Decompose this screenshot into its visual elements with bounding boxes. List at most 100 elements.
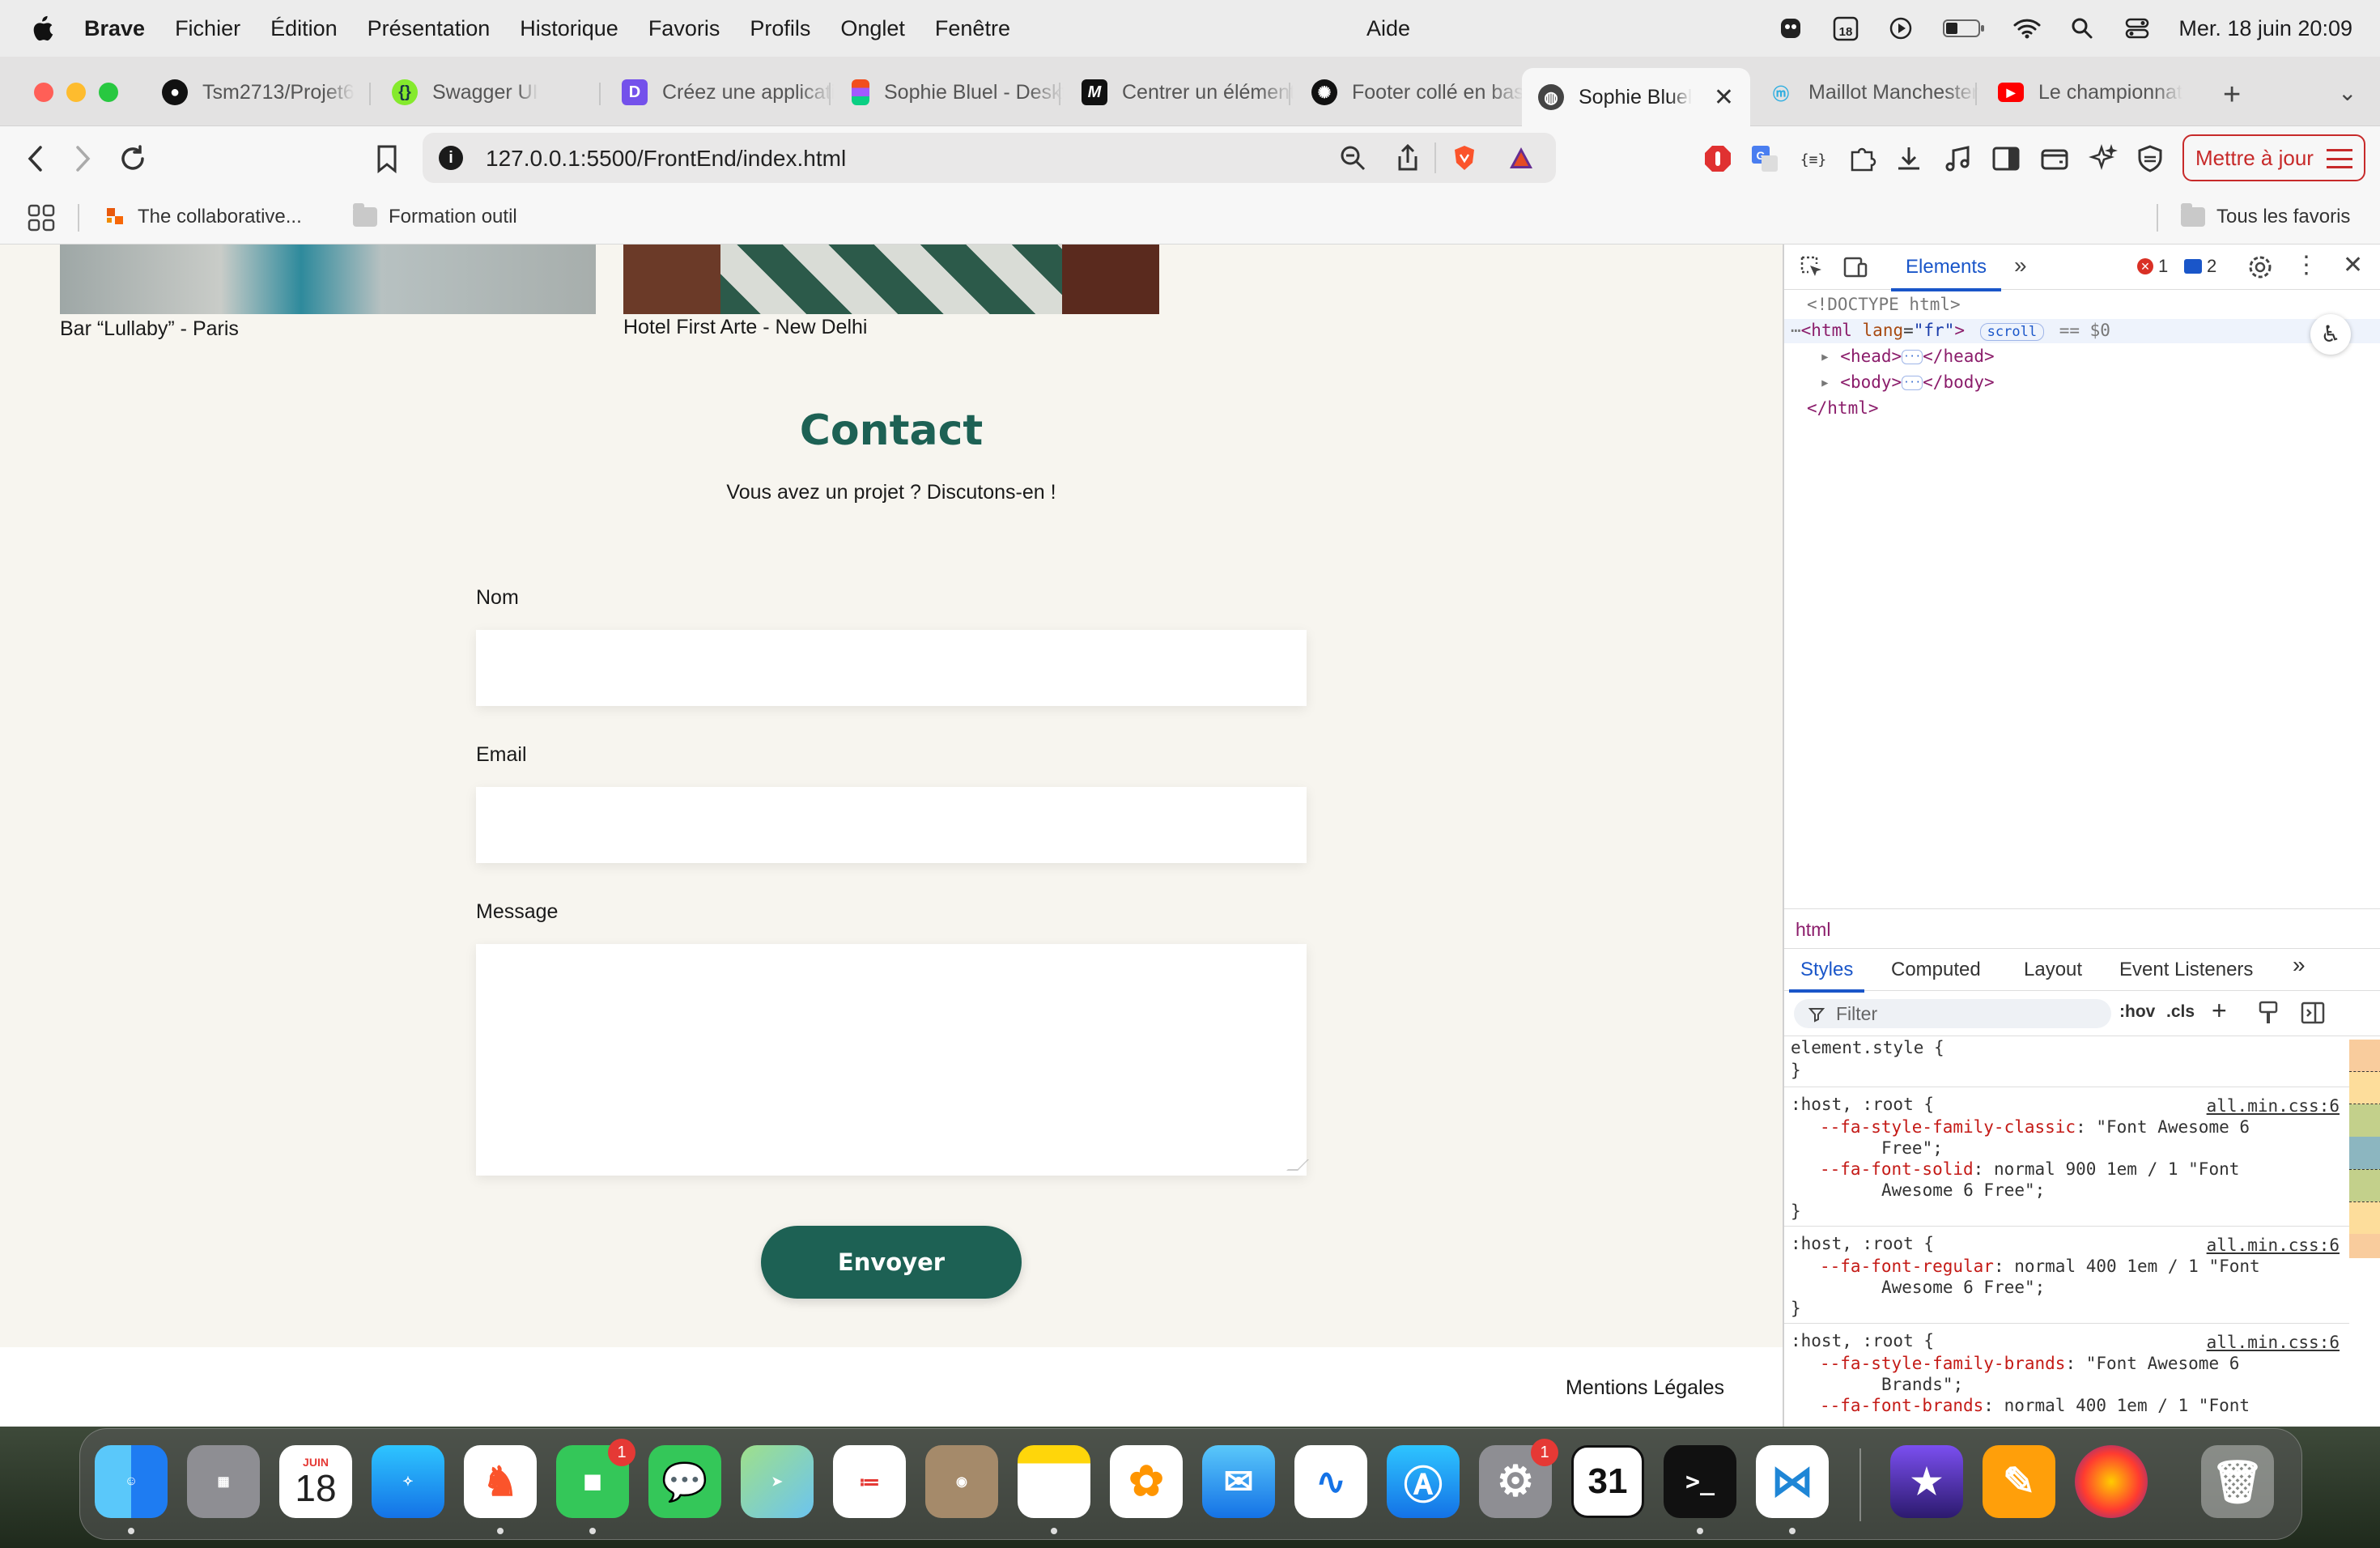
rule-element-style[interactable]: element.style { — [1791, 1038, 1944, 1057]
rule-source-link[interactable]: all.min.css:6 — [2207, 1235, 2340, 1255]
messages-app-icon[interactable]: 💬 — [648, 1445, 721, 1518]
devtools-tab-elements[interactable]: Elements — [1890, 256, 2002, 291]
inspect-element-icon[interactable] — [1799, 254, 1825, 280]
submit-button[interactable]: Envoyer — [761, 1226, 1022, 1299]
toggle-sidebar-icon[interactable] — [2301, 1001, 2325, 1025]
fantastical-app-icon[interactable]: 31 — [1571, 1445, 1644, 1518]
wallet-icon[interactable] — [2040, 144, 2069, 173]
launchpad-app-icon[interactable]: ▦ — [187, 1445, 260, 1518]
notes-app-icon[interactable] — [1018, 1445, 1090, 1534]
brave-shields-icon[interactable] — [1451, 144, 1478, 172]
share-icon[interactable] — [1394, 144, 1422, 172]
brave-rewards-icon[interactable] — [1507, 144, 1535, 172]
update-browser-button[interactable]: Mettre à jour — [2182, 134, 2365, 181]
calendar-menu-icon[interactable]: 18 — [1832, 15, 1859, 42]
tab-layout[interactable]: Layout — [2024, 959, 2082, 981]
freeform-app-icon[interactable]: ∿ — [1294, 1445, 1367, 1518]
hover-state-toggle[interactable]: :hov — [2119, 1002, 2155, 1022]
facetime-app-icon[interactable]: ■ 1 — [556, 1439, 635, 1534]
menu-history[interactable]: Historique — [520, 16, 618, 41]
error-counter[interactable]: ✕ 1 — [2137, 256, 2168, 277]
rule-source-link[interactable]: all.min.css:6 — [2207, 1333, 2340, 1352]
wifi-icon[interactable] — [2013, 15, 2041, 42]
styles-filter-input[interactable]: Filter — [1794, 999, 2111, 1028]
tab-openclassrooms[interactable]: D Créez une application — [606, 68, 834, 117]
menu-window[interactable]: Fenêtre — [935, 16, 1010, 41]
close-tab-icon[interactable]: ✕ — [1714, 83, 1734, 112]
css-property[interactable]: --fa-font-regular: normal 400 1em / 1 "F… — [1820, 1257, 2260, 1276]
accessibility-icon[interactable]: ♿︎ — [2310, 314, 2351, 355]
address-bar-url[interactable]: 127.0.0.1:5500/FrontEnd/index.html — [486, 146, 846, 172]
trash-icon[interactable]: 🗑 — [2201, 1445, 2274, 1518]
menu-app-name[interactable]: Brave — [84, 16, 145, 41]
dom-html-node[interactable]: ⋯<html lang="fr"> scroll == $0 — [1791, 321, 2110, 341]
message-counter[interactable]: 2 — [2184, 256, 2216, 277]
tab-chatgpt[interactable]: ✺ Footer collé en bas — [1295, 68, 1524, 117]
reminders-app-icon[interactable]: ≔ — [833, 1445, 906, 1518]
photos-app-icon[interactable]: ✿ — [1110, 1445, 1183, 1518]
css-property[interactable]: --fa-font-solid: normal 900 1em / 1 "Fon… — [1820, 1159, 2239, 1179]
dom-head-node[interactable]: ▸ <head> ··· </head> — [1820, 347, 1995, 366]
kebab-menu-icon[interactable]: ⋮ — [2294, 251, 2318, 279]
control-center-icon[interactable] — [2123, 15, 2151, 42]
new-style-rule-icon[interactable]: + — [2212, 996, 2227, 1026]
tab-maillot[interactable]: ⓜ Maillot Manchester — [1752, 68, 1980, 117]
tab-swagger[interactable]: {} Swagger UI — [376, 68, 604, 117]
battery-icon[interactable] — [1942, 15, 1986, 42]
json-viewer-icon[interactable]: {≡} — [1799, 144, 1828, 173]
imovie-app-icon[interactable]: ★ — [1890, 1445, 1963, 1518]
spotlight-search-icon[interactable] — [2068, 15, 2096, 42]
apps-grid-icon[interactable] — [28, 204, 55, 232]
downloads-icon[interactable] — [1894, 144, 1923, 173]
name-input[interactable] — [476, 630, 1307, 706]
message-textarea[interactable] — [476, 944, 1307, 1176]
css-property[interactable]: --fa-style-family-classic: "Font Awesome… — [1820, 1117, 2250, 1137]
menu-view[interactable]: Présentation — [368, 16, 491, 41]
tab-event-listeners[interactable]: Event Listeners — [2119, 959, 2253, 981]
scroll-badge[interactable]: scroll — [1979, 323, 2045, 341]
rule-selector[interactable]: :host, :root { — [1791, 1234, 1934, 1253]
css-property[interactable]: --fa-style-family-brands: "Font Awesome … — [1820, 1354, 2239, 1373]
more-panels-chevron-icon[interactable]: » — [2293, 952, 2306, 978]
maps-app-icon[interactable]: ➤ — [741, 1445, 814, 1518]
safari-app-icon[interactable]: ✧ — [372, 1445, 444, 1518]
tab-medium[interactable]: M Centrer un élément — [1065, 68, 1294, 117]
terminal-app-icon[interactable]: >_ — [1664, 1445, 1736, 1534]
device-toolbar-icon[interactable] — [1842, 254, 1868, 280]
zoom-icon[interactable] — [1339, 144, 1366, 172]
paint-brush-icon[interactable] — [2257, 1001, 2280, 1025]
extensions-puzzle-icon[interactable] — [1847, 144, 1876, 173]
window-close-button[interactable] — [34, 83, 53, 102]
calendar-app-icon[interactable]: JUIN 18 — [279, 1445, 352, 1518]
system-settings-icon[interactable]: ⚙ 1 — [1479, 1439, 1558, 1518]
menu-profiles[interactable]: Profils — [750, 16, 810, 41]
rule-selector[interactable]: :host, :root { — [1791, 1095, 1934, 1114]
address-bar[interactable]: i 127.0.0.1:5500/FrontEnd/index.html — [423, 133, 1556, 183]
tab-computed[interactable]: Computed — [1891, 959, 1981, 981]
new-tab-button[interactable]: + — [2223, 78, 2241, 113]
legal-notice-link[interactable]: Mentions Légales — [1566, 1376, 1724, 1400]
bookmark-page-icon[interactable] — [371, 142, 403, 175]
tab-styles[interactable]: Styles — [1788, 959, 1865, 993]
window-zoom-button[interactable] — [99, 83, 118, 102]
adblock-extension-icon[interactable] — [1703, 144, 1732, 173]
email-input[interactable] — [476, 787, 1307, 863]
bookmark-collaborative[interactable]: The collaborative... — [105, 206, 302, 228]
vpn-shield-icon[interactable] — [2136, 144, 2165, 173]
menu-tab[interactable]: Onglet — [840, 16, 905, 41]
brave-app-icon[interactable]: ♞ — [464, 1445, 537, 1534]
app-store-icon[interactable]: Ⓐ — [1387, 1445, 1460, 1518]
finder-app-icon[interactable]: ☺ — [95, 1445, 168, 1534]
tab-figma[interactable]: Sophie Bluel - Desktop — [835, 68, 1064, 117]
window-minimize-button[interactable] — [66, 83, 86, 102]
close-devtools-icon[interactable]: ✕ — [2343, 251, 2363, 279]
menu-help[interactable]: Aide — [1366, 16, 1410, 41]
play-circle-icon[interactable] — [1887, 15, 1915, 42]
menu-edit[interactable]: Édition — [270, 16, 338, 41]
menu-bookmarks[interactable]: Favoris — [648, 16, 720, 41]
css-property[interactable]: --fa-font-brands: normal 400 1em / 1 "Fo… — [1820, 1396, 2250, 1415]
dom-body-node[interactable]: ▸ <body> ··· </body> — [1820, 372, 1995, 392]
pages-app-icon[interactable]: ✎ — [1983, 1445, 2055, 1518]
firefox-app-icon[interactable] — [2075, 1445, 2148, 1518]
media-music-icon[interactable] — [1943, 144, 1972, 173]
